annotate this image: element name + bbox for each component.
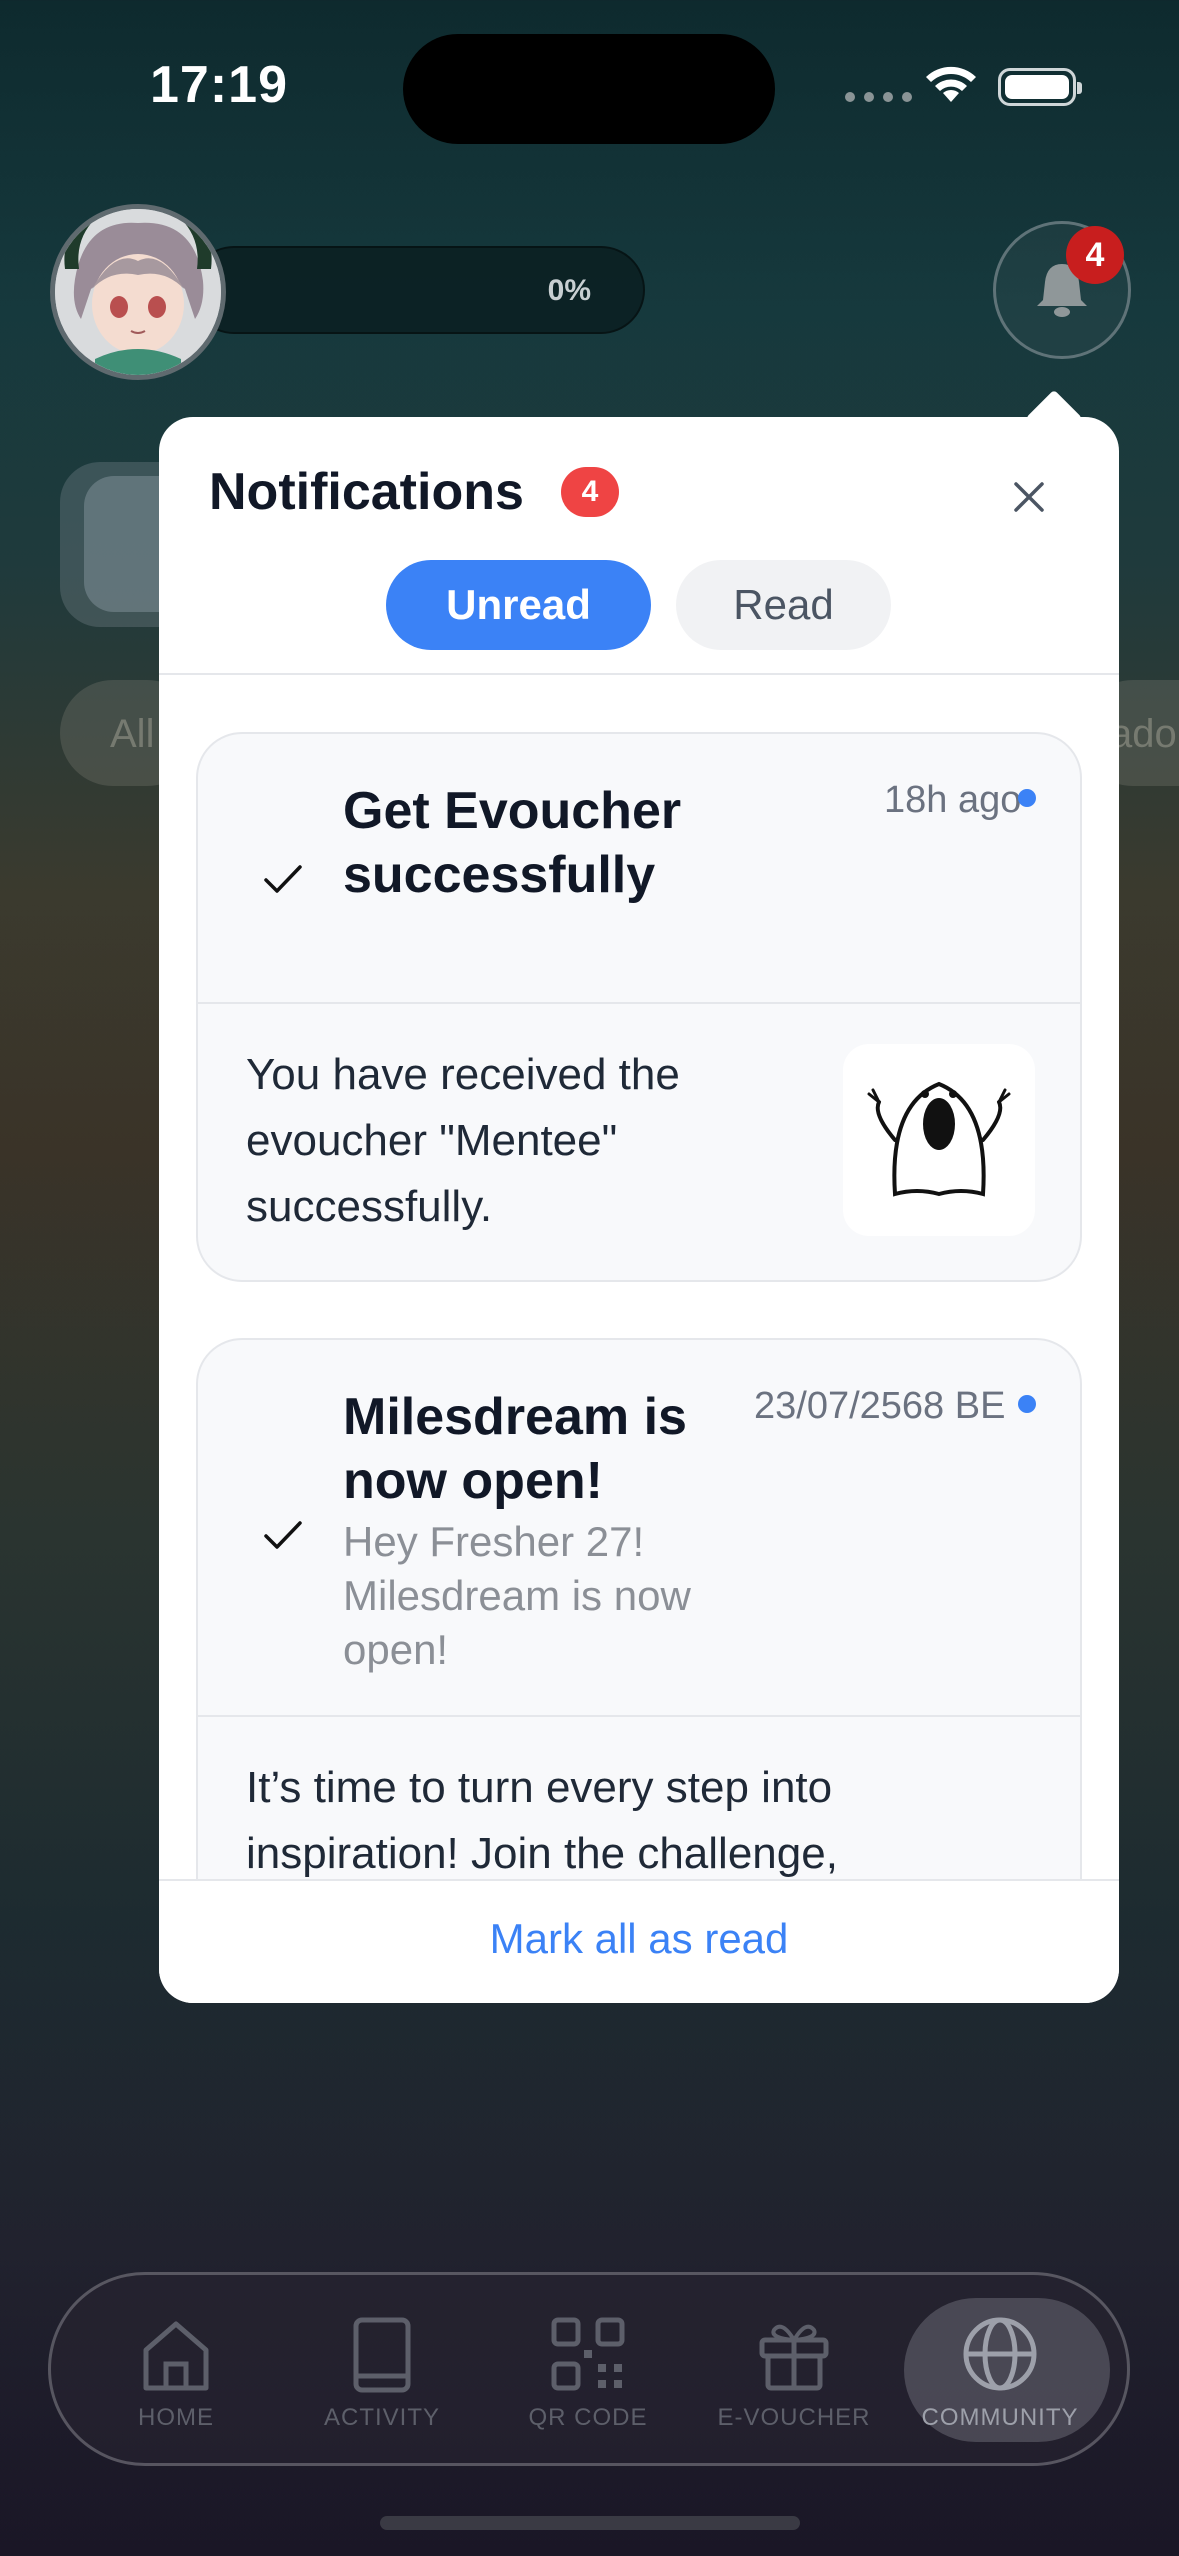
filter-chip-all-label: All bbox=[110, 712, 155, 756]
close-icon bbox=[1014, 482, 1044, 512]
filter-chip-partial-label: ado bbox=[1110, 712, 1177, 756]
tab-e-voucher[interactable]: E-VOUCHER bbox=[694, 2300, 894, 2450]
notification-title: Milesdream is now open! bbox=[343, 1388, 687, 1510]
level-progress-bar: 0% bbox=[190, 246, 645, 334]
notification-subtitle: Hey Fresher 27! Milesdream is now open! bbox=[343, 1518, 691, 1673]
book-icon bbox=[353, 2317, 411, 2393]
status-time: 17:19 bbox=[150, 56, 288, 114]
avatar[interactable] bbox=[50, 204, 226, 380]
close-button[interactable] bbox=[999, 467, 1059, 527]
unread-count-badge: 4 bbox=[561, 467, 619, 517]
notification-item[interactable]: Get Evoucher successfully 18h ago You ha… bbox=[196, 732, 1082, 1282]
cellular-signal-icon bbox=[845, 92, 912, 102]
tab-read[interactable]: Read bbox=[676, 560, 891, 650]
tab-home-label: HOME bbox=[138, 2404, 214, 2431]
notification-count-badge: 4 bbox=[1066, 226, 1124, 284]
card-divider bbox=[198, 1715, 1080, 1717]
modal-footer: Mark all as read bbox=[159, 1879, 1119, 2003]
unread-dot bbox=[1018, 1395, 1036, 1413]
notification-list[interactable]: Get Evoucher successfully 18h ago You ha… bbox=[159, 675, 1119, 2003]
modal-title: Notifications bbox=[209, 463, 524, 521]
battery-icon bbox=[998, 68, 1082, 106]
ghost-sticker-icon bbox=[867, 1081, 1011, 1197]
tab-community-label: COMMUNITY bbox=[921, 2404, 1079, 2431]
tab-e-voucher-label: E-VOUCHER bbox=[717, 2404, 871, 2431]
tab-unread[interactable]: Unread bbox=[386, 560, 651, 650]
home-icon bbox=[143, 2321, 209, 2391]
notification-body: You have received the evoucher "Mentee" … bbox=[246, 1050, 680, 1231]
tab-qr-code[interactable]: QR CODE bbox=[488, 2300, 688, 2450]
status-bar: 17:19 bbox=[0, 0, 1179, 150]
tab-community[interactable]: COMMUNITY bbox=[900, 2300, 1100, 2450]
card-divider bbox=[198, 1002, 1080, 1004]
check-icon bbox=[264, 865, 302, 893]
evoucher-sticker-image bbox=[843, 1044, 1035, 1236]
mark-all-read-button[interactable]: Mark all as read bbox=[159, 1915, 1119, 1963]
notification-title: Get Evoucher successfully bbox=[343, 782, 682, 904]
check-icon bbox=[264, 1521, 302, 1549]
tab-activity[interactable]: ACTIVITY bbox=[282, 2300, 482, 2450]
notifications-modal: Notifications 4 Unread Read Get Evoucher… bbox=[159, 417, 1119, 2003]
tab-home[interactable]: HOME bbox=[76, 2300, 276, 2450]
globe-icon bbox=[963, 2317, 1037, 2391]
qr-code-icon bbox=[551, 2317, 625, 2391]
notification-time: 18h ago bbox=[884, 779, 1022, 821]
wifi-icon bbox=[926, 66, 976, 102]
tab-activity-label: ACTIVITY bbox=[323, 2404, 440, 2431]
tab-qr-code-label: QR CODE bbox=[528, 2404, 648, 2431]
progress-percent: 0% bbox=[547, 274, 591, 307]
modal-header: Notifications 4 Unread Read bbox=[159, 417, 1119, 675]
gift-icon bbox=[759, 2324, 829, 2391]
unread-dot bbox=[1018, 789, 1036, 807]
home-indicator bbox=[380, 2516, 800, 2530]
notification-body: It’s time to turn every step into inspir… bbox=[246, 1763, 838, 1878]
dynamic-island bbox=[403, 34, 775, 144]
avatar-character-image bbox=[55, 209, 221, 375]
notification-time: 23/07/2568 BE bbox=[754, 1385, 1006, 1427]
